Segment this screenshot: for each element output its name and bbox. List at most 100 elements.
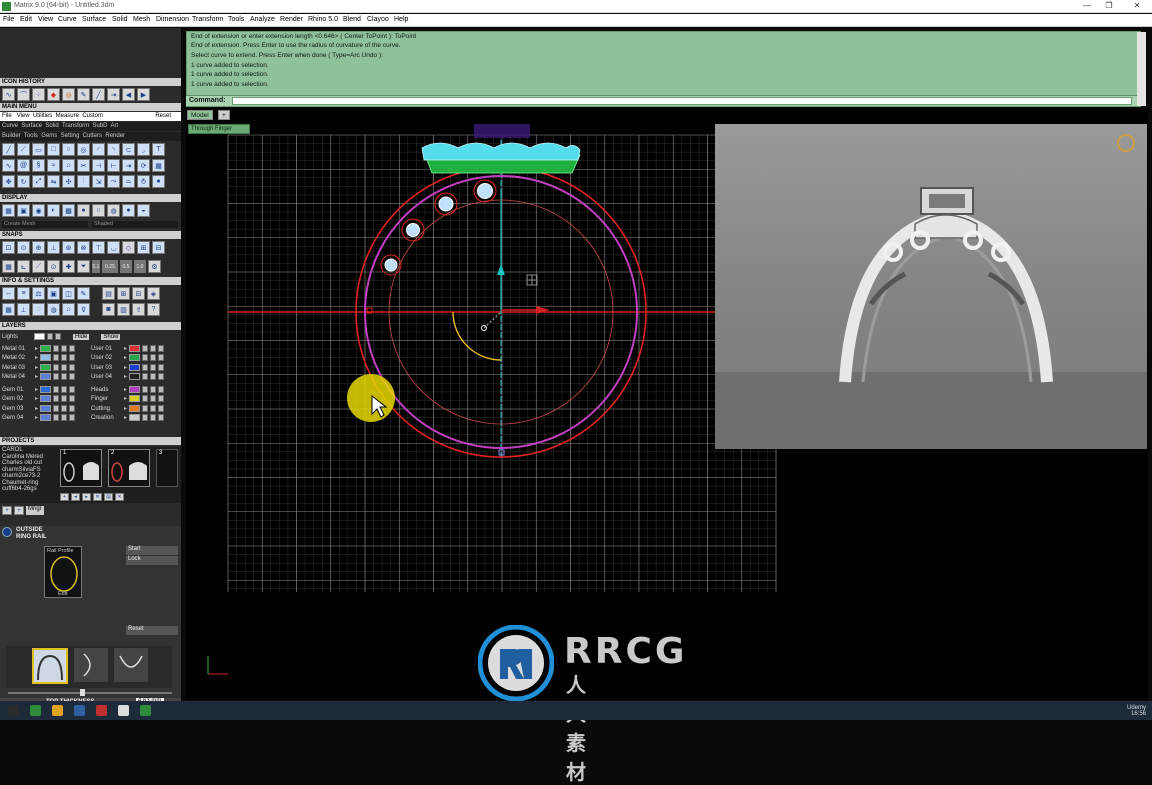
layer-visible-toggle[interactable] [53,354,60,361]
align-icon[interactable]: ⫶ [77,175,90,188]
layer-select-toggle[interactable] [69,386,76,393]
layer-select-toggle[interactable] [158,395,165,402]
tab-setting[interactable]: Setting [61,133,80,139]
layer-row[interactable]: Gem 01 ▸ [2,385,76,394]
project-item[interactable]: charm2ce73-2 [2,473,43,480]
main-menu-reset[interactable]: Reset [155,112,171,121]
info-dim-icon[interactable]: ⊥ [17,303,30,316]
layer-lock-toggle[interactable] [150,364,157,371]
render-sphere-icon[interactable]: ◉ [32,204,45,217]
lock-option[interactable]: Lock [126,556,178,565]
layer-row[interactable]: Gem 03 ▸ [2,404,76,413]
tab-curve[interactable]: Curve [2,123,18,129]
helix-icon[interactable]: § [32,159,45,172]
layer-color-swatch[interactable] [40,414,52,421]
minimize-button[interactable]: — [1076,1,1098,10]
layer-lock-toggle[interactable] [150,414,157,421]
lights-toggle[interactable] [47,333,53,340]
info-grid-icon[interactable]: ▦ [2,303,15,316]
command-scrollbar[interactable] [1137,32,1146,106]
move-icon[interactable]: ✥ [2,175,15,188]
layer-row[interactable]: User 04 ▸ [91,372,165,381]
layer-visible-toggle[interactable] [53,414,60,421]
layer-visible-toggle[interactable] [53,345,60,352]
snap-disable-icon[interactable]: ⊟ [152,241,165,254]
layer-arrow-icon[interactable]: ▸ [124,354,127,361]
rectangle-icon[interactable]: ▭ [32,143,45,156]
tab-model[interactable]: Model [187,110,213,120]
settings-help-icon[interactable]: ? [147,303,160,316]
layer-color-swatch[interactable] [129,345,141,352]
top-thickness-slider[interactable] [8,692,172,694]
snap-step-2[interactable]: 0.25 [102,260,118,273]
layer-visible-toggle[interactable] [142,386,149,393]
settings-export-icon[interactable]: ⇪ [132,303,145,316]
layer-lock-toggle[interactable] [61,405,68,412]
rebuild-icon[interactable]: ⟳ [137,159,150,172]
start-icon[interactable] [8,705,19,716]
menu-dimension[interactable]: Dimension [156,16,189,23]
hide-all-button[interactable]: Hide [73,333,90,340]
settings-render-icon[interactable]: ▤ [102,287,115,300]
matrix-app-icon[interactable] [30,705,41,716]
layer-select-toggle[interactable] [69,345,76,352]
layer-visible-toggle[interactable] [53,395,60,402]
layer-select-toggle[interactable] [69,405,76,412]
layer-arrow-icon[interactable]: ▸ [124,373,127,380]
menu-view[interactable]: View [38,16,53,23]
shaded-view-icon[interactable]: ▣ [17,204,30,217]
menu-file[interactable]: File [3,16,14,23]
layer-visible-toggle[interactable] [53,364,60,371]
layer-visible-toggle[interactable] [53,373,60,380]
menu-curve[interactable]: Curve [58,16,77,23]
circle-icon[interactable]: ○ [62,143,75,156]
spiral-icon[interactable]: @ [17,159,30,172]
settings-units-icon[interactable]: ⊞ [117,287,130,300]
array-icon[interactable]: ✣ [62,175,75,188]
project-prev-icon[interactable]: ◂ [71,493,80,501]
layer-row[interactable]: Metal 03 ▸ [2,363,76,372]
through-finger-button[interactable]: Through Finger [188,124,250,134]
project-remove-icon[interactable]: ✕ [115,493,124,501]
profile-type-3[interactable] [114,648,148,682]
create-mesh-select[interactable]: Create Mesh [2,221,88,228]
arc-3pt-icon[interactable]: ◝ [107,143,120,156]
layer-select-toggle[interactable] [158,414,165,421]
snap-mid-icon[interactable]: ⊥ [47,241,60,254]
gumball-icon[interactable]: ✚ [62,260,75,273]
curve-tool-icon[interactable]: ∿ [2,88,15,101]
project-delete-icon[interactable]: ✕ [93,493,102,501]
info-lock-icon[interactable]: ⌂ [62,303,75,316]
polyline-icon[interactable]: ╱ [2,143,15,156]
menu-mesh[interactable]: Mesh [133,16,150,23]
scale-icon[interactable]: ⤢ [32,175,45,188]
snap-center-icon[interactable]: ⊛ [62,241,75,254]
layer-lock-toggle[interactable] [150,386,157,393]
points-tool-icon[interactable]: ⁘ [32,88,45,101]
rail-edit-label[interactable]: Edit [58,591,67,597]
environment-icon[interactable]: ▩ [62,204,75,217]
menu-analyze[interactable]: Analyze [250,16,275,23]
bend-icon[interactable]: ⌓ [122,175,135,188]
orient-icon[interactable]: ⇲ [92,175,105,188]
recorder-icon[interactable] [96,705,107,716]
mirror-icon[interactable]: ⇋ [47,175,60,188]
layer-color-swatch[interactable] [129,364,141,371]
layer-lock-toggle[interactable] [150,354,157,361]
layer-color-swatch[interactable] [40,395,52,402]
layer-row[interactable]: Metal 01 ▸ [2,344,76,353]
layer-visible-toggle[interactable] [142,345,149,352]
gray-sphere-icon[interactable]: ◍ [107,204,120,217]
snap-int-icon[interactable]: ⊗ [77,241,90,254]
menu-rhino[interactable]: Rhino 5.0 [308,16,338,23]
layer-arrow-icon[interactable]: ▸ [35,345,38,352]
lights-lock[interactable] [55,333,61,340]
layer-color-swatch[interactable] [40,405,52,412]
info-measure-icon[interactable]: ↔ [2,287,15,300]
layer-select-toggle[interactable] [69,414,76,421]
tab-solid[interactable]: Solid [45,123,58,129]
grid-snap-icon[interactable]: ▦ [152,159,165,172]
project-new-icon[interactable]: + [2,506,12,515]
layer-select-toggle[interactable] [69,395,76,402]
info-object-icon[interactable]: ◫ [62,287,75,300]
